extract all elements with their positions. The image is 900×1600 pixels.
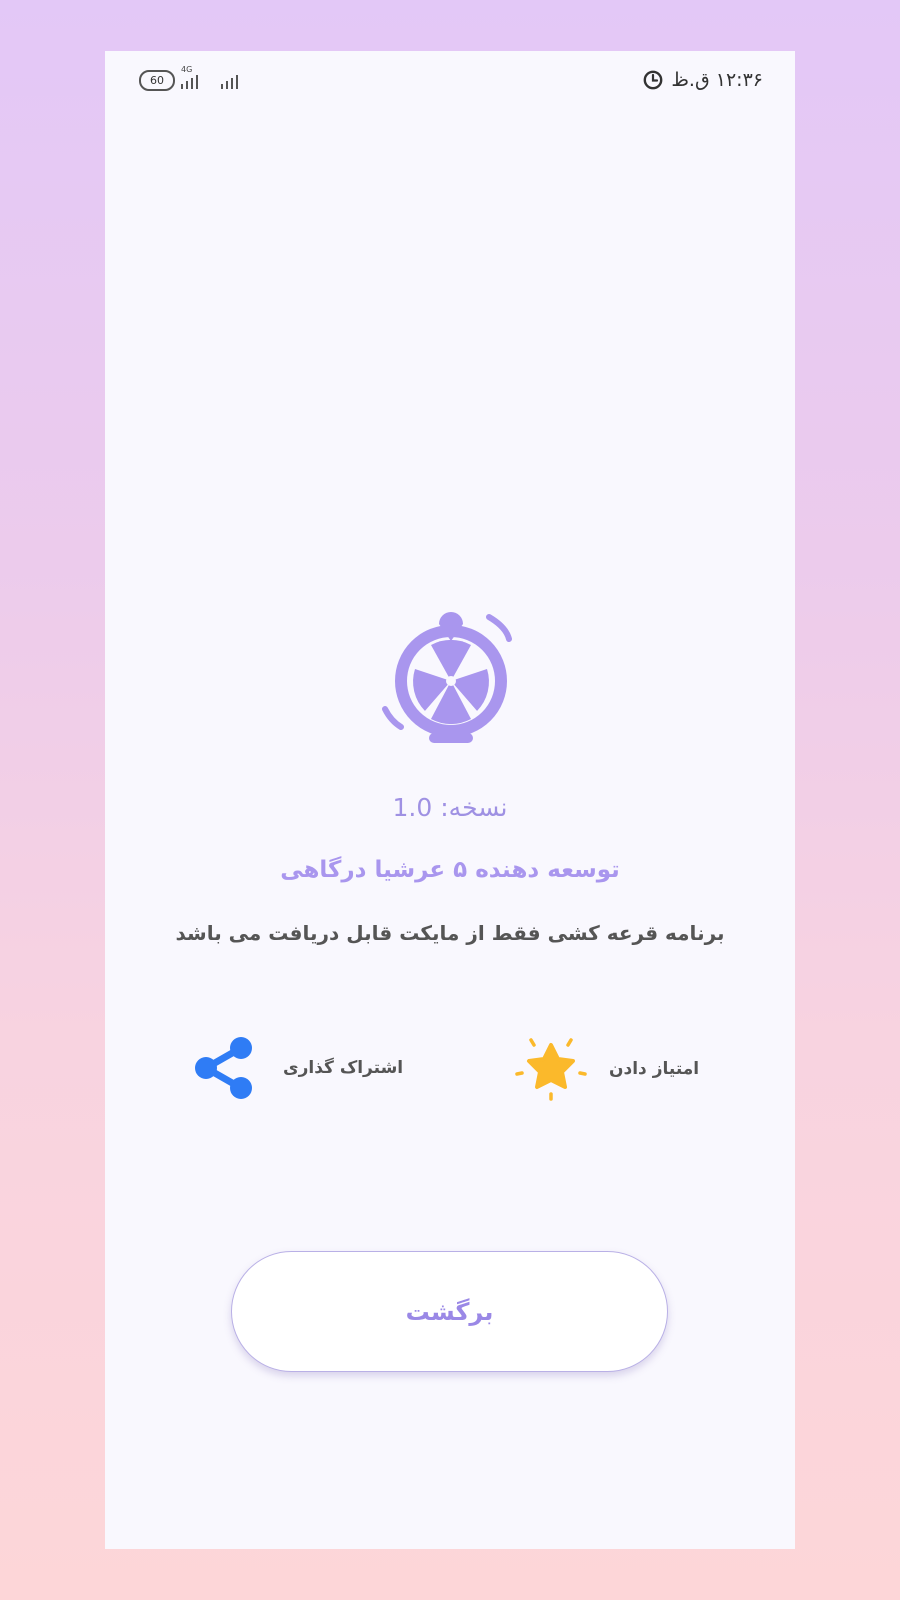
signal-strength-icon xyxy=(221,69,249,91)
status-bar: 60 4G ۱۲:۳۶ ق.ظ xyxy=(105,51,795,115)
app-screen: 60 4G ۱۲:۳۶ ق.ظ نسخه: 1.0 توسعه دهنده ۵ … xyxy=(105,51,795,1549)
rate-label: امتیاز دادن xyxy=(609,1059,700,1079)
rate-button[interactable]: امتیاز دادن xyxy=(515,1034,699,1104)
version-label: نسخه: 1.0 xyxy=(392,793,508,822)
share-icon xyxy=(195,1037,252,1099)
clock-icon xyxy=(643,70,663,90)
star-icon xyxy=(515,1038,587,1101)
back-button[interactable]: برگشت xyxy=(231,1251,668,1372)
status-indicators: 60 4G xyxy=(139,65,249,91)
battery-icon: 60 xyxy=(139,70,175,91)
signal-4g-icon: 4G xyxy=(181,65,209,91)
developer-credit: توسعه دهنده ۵ عرشیا درگاهی xyxy=(280,857,620,883)
download-notice: برنامه قرعه کشی فقط از مایکت قابل دریافت… xyxy=(175,921,725,945)
status-time-group: ۱۲:۳۶ ق.ظ xyxy=(643,69,763,91)
share-label: اشتراک گذاری xyxy=(283,1058,404,1078)
prize-wheel-icon xyxy=(382,612,512,743)
status-time: ۱۲:۳۶ ق.ظ xyxy=(671,69,763,91)
share-button[interactable]: اشتراک گذاری xyxy=(193,1036,403,1100)
network-type-label: 4G xyxy=(181,65,193,74)
